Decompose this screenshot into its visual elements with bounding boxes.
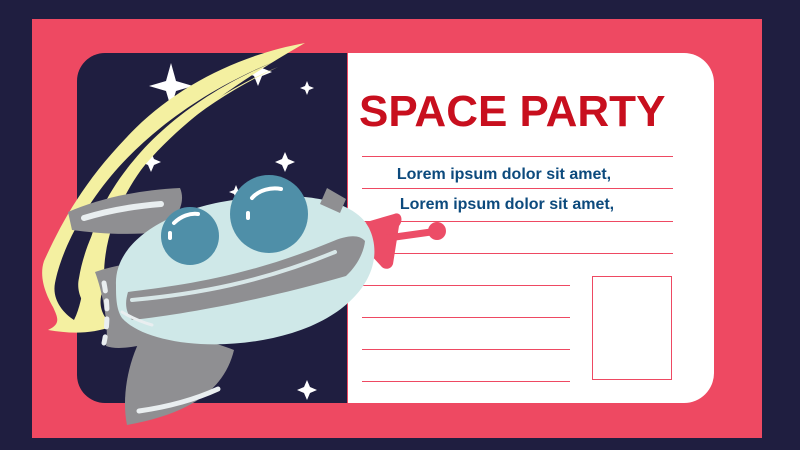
writing-line — [362, 156, 673, 157]
invitation-page: SPACE PARTY Lorem ipsum dolor sit amet, … — [0, 0, 800, 450]
writing-line — [362, 381, 570, 382]
writing-line — [362, 221, 673, 222]
invitation-text-line-1: Lorem ipsum dolor sit amet, — [396, 166, 612, 183]
photo-frame — [592, 276, 672, 380]
invitation-text-line-2: Lorem ipsum dolor sit amet, — [399, 196, 615, 213]
writing-line — [362, 188, 673, 189]
writing-line — [362, 349, 570, 350]
writing-line — [362, 253, 673, 254]
space-panel — [77, 53, 347, 403]
party-title: SPACE PARTY — [359, 87, 666, 136]
writing-line — [362, 285, 570, 286]
writing-line — [362, 317, 570, 318]
